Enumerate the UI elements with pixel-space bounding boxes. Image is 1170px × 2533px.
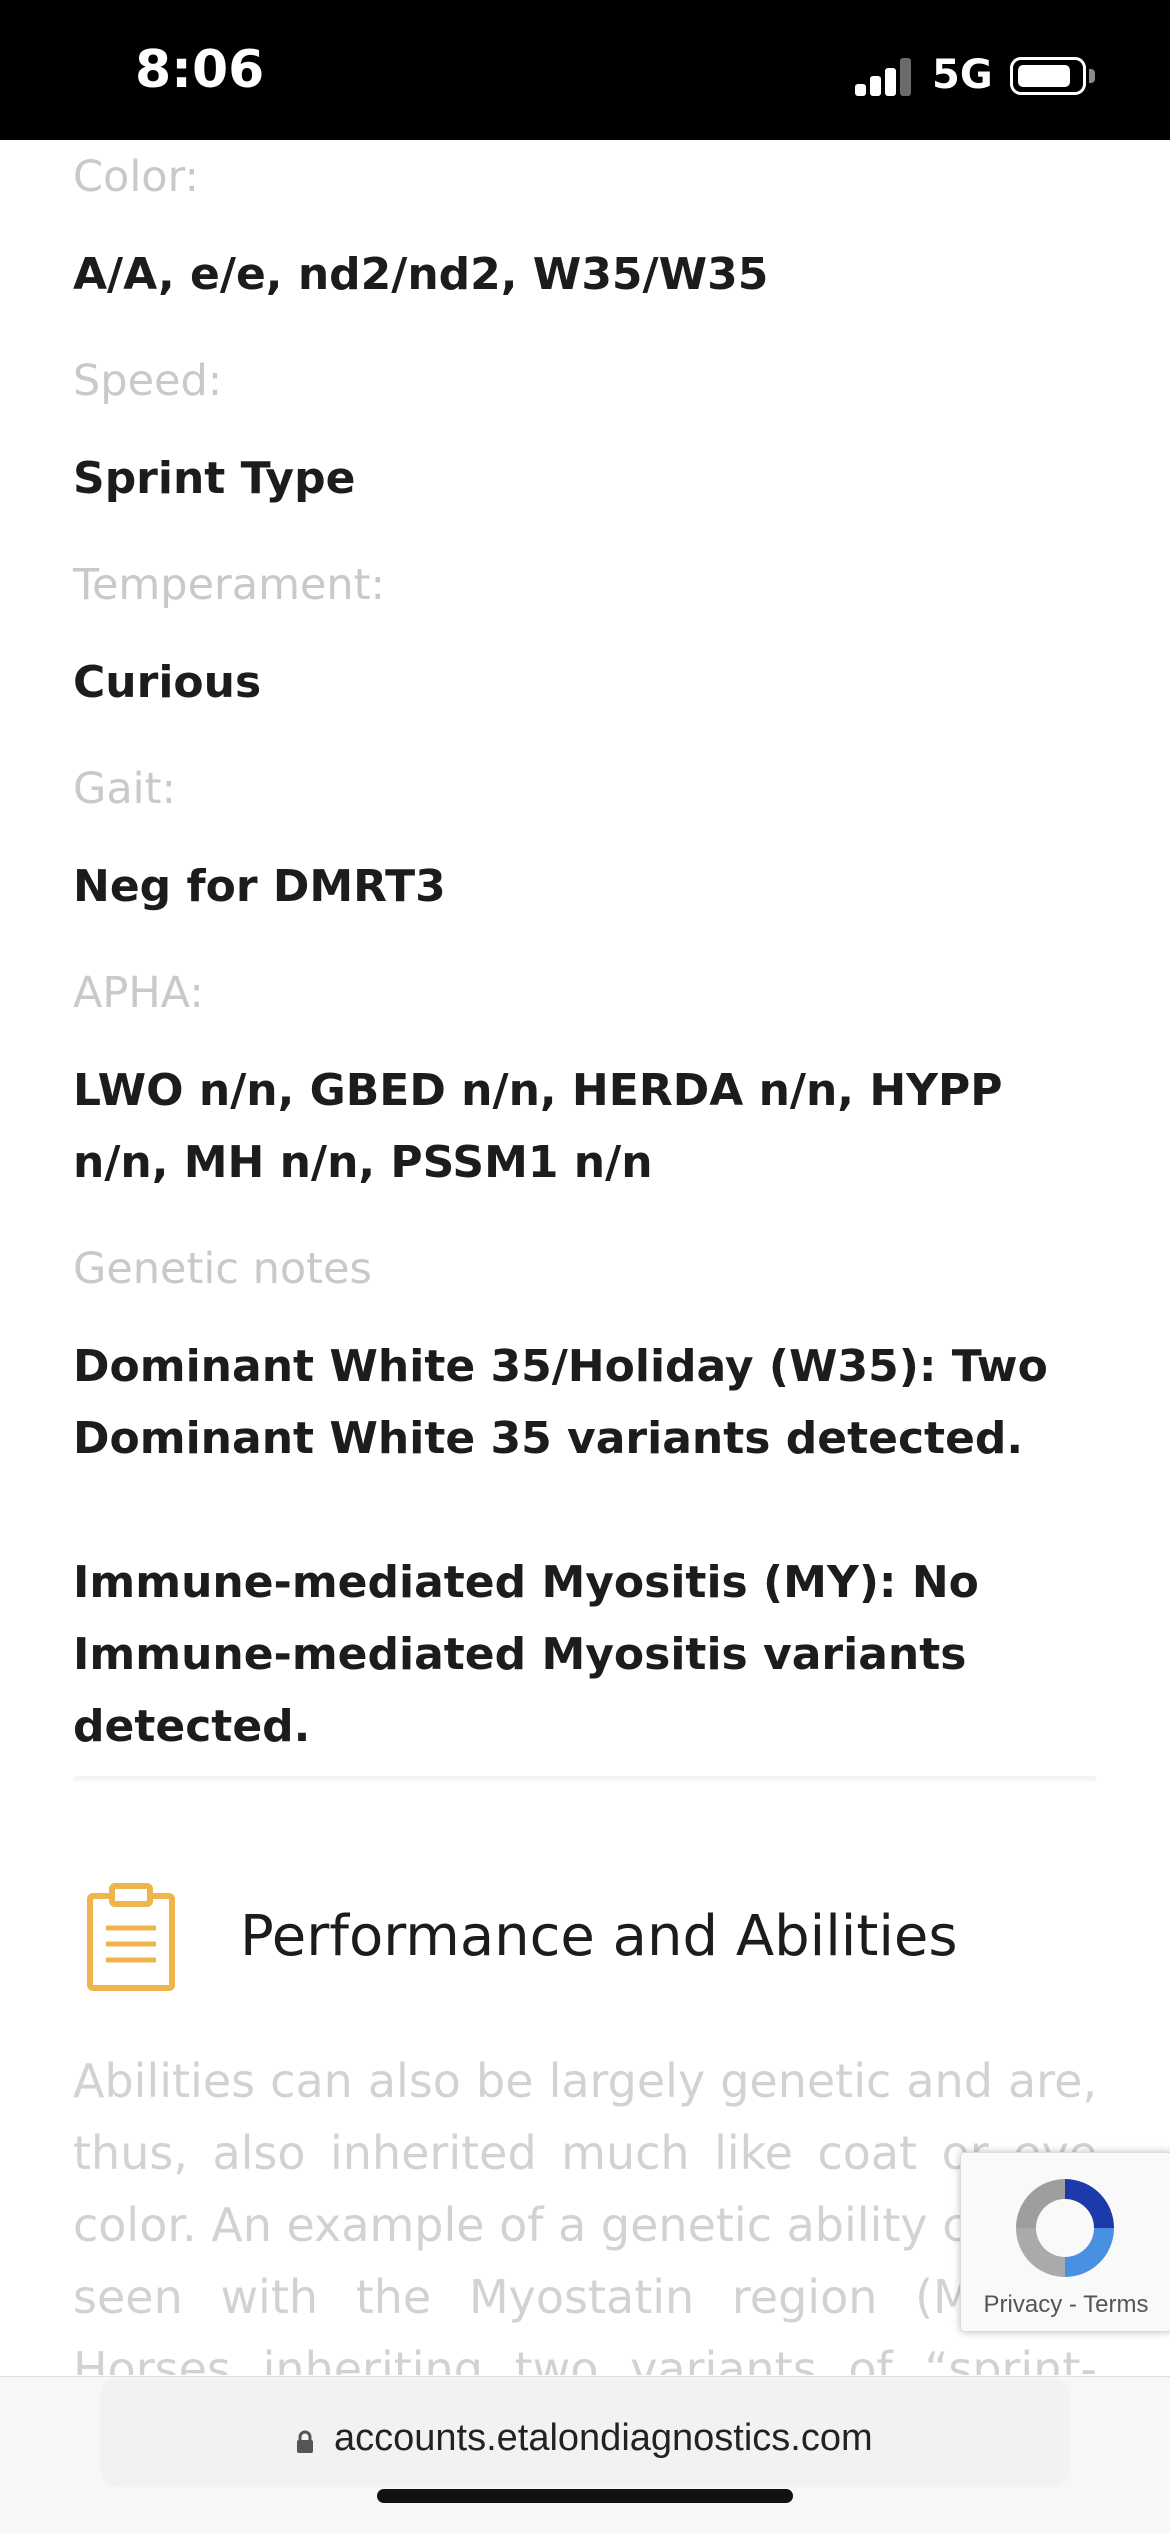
genetic-note-w35: Dominant White 35/Holiday (W35): Two Dom… xyxy=(73,1341,1048,1464)
status-time: 8:06 xyxy=(135,40,265,100)
recaptcha-links: Privacy - Terms xyxy=(961,2291,1170,2319)
section-intro-text: Abilities can also be largely genetic an… xyxy=(73,2054,1097,2375)
status-bar: 8:06 5G xyxy=(0,0,1170,140)
field-value-speed: Sprint Type xyxy=(73,453,356,504)
recaptcha-privacy-link[interactable]: Privacy xyxy=(984,2291,1063,2318)
field-value-temperament: Curious xyxy=(73,657,262,708)
section-title: Performance and Abilities xyxy=(240,1904,958,1969)
field-label-genetic-notes: Genetic notes xyxy=(73,1244,372,1294)
browser-address-bar[interactable]: accounts.etalondiagnostics.com xyxy=(0,2376,1170,2533)
signal-icon xyxy=(855,58,915,96)
field-label-apha: APHA: xyxy=(73,968,204,1018)
lock-icon xyxy=(296,2430,314,2454)
url-text[interactable]: accounts.etalondiagnostics.com xyxy=(334,2417,873,2460)
clipboard-icon xyxy=(86,1882,176,1992)
home-indicator[interactable] xyxy=(377,2489,793,2503)
network-type: 5G xyxy=(932,52,993,98)
recaptcha-icon xyxy=(1006,2169,1124,2287)
field-label-gait: Gait: xyxy=(73,764,176,814)
genetic-note-my: Immune-mediated Myositis (MY): No Immune… xyxy=(73,1557,979,1752)
battery-tip xyxy=(1089,69,1095,83)
field-value-color: A/A, e/e, nd2/nd2, W35/W35 xyxy=(73,249,769,300)
field-value-gait: Neg for DMRT3 xyxy=(73,861,446,912)
recaptcha-badge[interactable]: Privacy - Terms xyxy=(960,2152,1170,2332)
field-label-temperament: Temperament: xyxy=(73,560,386,610)
section-divider xyxy=(73,1776,1097,1782)
recaptcha-terms-link[interactable]: Terms xyxy=(1083,2291,1148,2318)
field-label-speed: Speed: xyxy=(73,356,223,406)
recaptcha-separator: - xyxy=(1062,2291,1084,2318)
battery-icon xyxy=(1010,57,1086,95)
field-label-color: Color: xyxy=(73,152,199,202)
field-value-apha: LWO n/n, GBED n/n, HERDA n/n, HYPP n/n, … xyxy=(73,1065,1003,1188)
